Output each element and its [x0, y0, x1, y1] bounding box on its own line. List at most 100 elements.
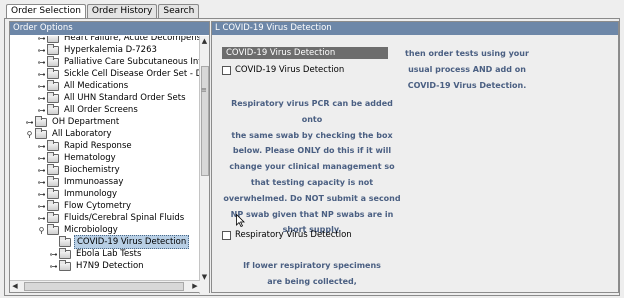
tree-item[interactable]: ⊶ Hyperkalemia D-7263	[36, 43, 159, 56]
scroll-left-arrow-icon[interactable]: ◀	[10, 281, 20, 292]
message-line: the same swab by checking the box	[231, 130, 393, 140]
tree-collapse-key-icon[interactable]: ⚲	[36, 226, 47, 235]
folder-icon	[47, 151, 59, 163]
tree-item[interactable]: ⚲ All Laboratory	[24, 127, 114, 140]
tab-order-history[interactable]: Order History	[86, 4, 158, 19]
scroll-grip-icon: ≡	[201, 86, 207, 94]
folder-icon	[47, 43, 59, 55]
covid-checkbox-label: COVID-19 Virus Detection	[235, 65, 345, 75]
tree-item[interactable]: ⊶ Immunology	[36, 187, 119, 200]
tree-expand-key-icon[interactable]: ⊶	[48, 250, 59, 259]
folder-icon	[47, 223, 59, 235]
scroll-thumb[interactable]	[201, 66, 209, 176]
tree-item[interactable]: ⊶ Hematology	[36, 151, 118, 164]
tree-expand-key-icon[interactable]: ⊶	[36, 70, 47, 79]
tree-item[interactable]: ⊶ OH Department	[24, 115, 121, 128]
tree-horizontal-scrollbar[interactable]: ◀ ▶	[10, 280, 200, 292]
tree-expand-key-icon[interactable]: ⊶	[36, 202, 47, 211]
order-process-message: then order tests using your usual proces…	[402, 46, 532, 93]
tree-item[interactable]: ⊶ H7N9 Detection	[48, 259, 146, 272]
tree-item-label: Flow Cytometry	[64, 201, 131, 211]
tree-item[interactable]: COVID-19 Virus Detection	[48, 235, 190, 249]
folder-icon	[47, 175, 59, 187]
folder-icon	[35, 127, 47, 139]
respiratory-pcr-message: Respiratory virus PCR can be added onto …	[222, 96, 402, 238]
folder-icon	[47, 36, 59, 43]
tree-item-label: Immunology	[64, 189, 118, 199]
folder-icon	[47, 199, 59, 211]
tree-expand-key-icon[interactable]: ⊶	[36, 94, 47, 103]
covid-checkbox[interactable]	[222, 65, 231, 75]
tree-item-label: All Laboratory	[52, 129, 112, 139]
folder-icon	[59, 235, 71, 247]
tree-item-label: Biochemistry	[64, 165, 120, 175]
tree-item[interactable]: ⊶ All UHN Standard Order Sets	[36, 91, 188, 104]
message-line: below. Please ONLY do this if it will	[232, 146, 392, 156]
selected-order-option[interactable]: COVID-19 Virus Detection	[222, 47, 388, 59]
message-line: then order tests using your	[405, 49, 529, 58]
tree-item[interactable]: ⊶ Heart Failure, Acute Decompensated -	[36, 36, 200, 44]
folder-icon	[47, 67, 59, 79]
lower-respiratory-message: If lower respiratory specimens are being…	[222, 258, 402, 290]
tree-item[interactable]: ⊶ Biochemistry	[36, 163, 122, 176]
tree-expand-key-icon[interactable]: ⊶	[36, 46, 47, 55]
tree-expand-key-icon[interactable]: ⊶	[36, 190, 47, 199]
scroll-up-arrow-icon[interactable]: ▲	[200, 36, 209, 46]
folder-icon	[47, 103, 59, 115]
tree-item-label: COVID-19 Virus Detection	[74, 235, 190, 249]
tree-expand-key-icon[interactable]: ⊶	[48, 262, 59, 271]
message-line: Respiratory virus PCR can be added onto	[231, 99, 393, 124]
tab-search[interactable]: Search	[158, 4, 200, 19]
tree-item[interactable]: ⊶ Ebola Lab Tests	[48, 247, 143, 260]
respiratory-checkbox-label: Respiratory Virus Detection	[235, 230, 352, 240]
tree-collapse-key-icon[interactable]: ⚲	[24, 130, 35, 139]
folder-icon	[47, 211, 59, 223]
covid-checkbox-row[interactable]: COVID-19 Virus Detection	[222, 65, 344, 75]
tree-vertical-scrollbar[interactable]: ▲ ≡ ▼	[199, 36, 209, 294]
tree-expand-key-icon[interactable]: ⊶	[36, 58, 47, 67]
tree-expand-key-icon[interactable]: ⊶	[36, 166, 47, 175]
tree-expand-key-icon[interactable]: ⊶	[36, 36, 47, 43]
folder-icon	[47, 79, 59, 91]
tree-expand-key-icon[interactable]: ⊶	[36, 214, 47, 223]
tree-item-label: H7N9 Detection	[76, 261, 144, 271]
tree-expand-key-icon[interactable]: ⊶	[36, 106, 47, 115]
respiratory-virus-checkbox[interactable]	[222, 230, 231, 240]
tree-item-label: Palliative Care Subcutaneous Intermitt	[64, 57, 200, 67]
tree-item-label: Sickle Cell Disease Order Set - D-700	[64, 69, 200, 79]
tree-item[interactable]: ⊶ Sickle Cell Disease Order Set - D-700	[36, 67, 200, 80]
tree-item[interactable]: ⊶ Immunoassay	[36, 175, 125, 188]
tree-item-label: Rapid Response	[64, 141, 132, 151]
scroll-right-arrow-icon[interactable]: ▶	[190, 281, 200, 292]
order-options-title: Order Options	[10, 22, 209, 35]
tree-item-label: Fluids/Cerebral Spinal Fluids	[64, 213, 185, 223]
order-options-tree: ⊶ Heart Failure, Acute Decompensated - ⊶ Hy…	[10, 36, 200, 280]
tree-expand-key-icon[interactable]: ⊶	[36, 142, 47, 151]
tree-item[interactable]: ⊶ Palliative Care Subcutaneous Intermitt	[36, 55, 200, 68]
tree-item[interactable]: ⊶ Flow Cytometry	[36, 199, 133, 212]
horizontal-scroll-thumb[interactable]	[24, 282, 184, 291]
tree-expand-key-icon[interactable]: ⊶	[36, 82, 47, 91]
tree-item[interactable]: ⊶ All Medications	[36, 79, 130, 92]
scroll-down-arrow-icon[interactable]: ▼	[200, 272, 209, 282]
tree-item[interactable]: ⊶ Rapid Response	[36, 139, 134, 152]
folder-icon	[35, 115, 47, 127]
message-line: COVID-19 Virus Detection.	[407, 80, 527, 90]
respiratory-checkbox-row[interactable]: Respiratory Virus Detection	[222, 230, 352, 240]
tree-item-label: Hematology	[64, 153, 116, 163]
message-line: that testing capacity is not	[250, 177, 374, 187]
tree-expand-key-icon[interactable]: ⊶	[36, 178, 47, 187]
tree-expand-key-icon[interactable]: ⊶	[24, 118, 35, 127]
message-line: change your clinical management so	[229, 162, 395, 172]
tree-item-label: Hyperkalemia D-7263	[64, 45, 157, 55]
tree-item[interactable]: ⊶ Fluids/Cerebral Spinal Fluids	[36, 211, 186, 224]
folder-icon	[47, 91, 59, 103]
folder-icon	[47, 55, 59, 67]
folder-icon	[59, 247, 71, 259]
tree-item-label: All Medications	[64, 81, 129, 91]
tree-expand-key-icon[interactable]: ⊶	[36, 154, 47, 163]
tree-item-label: Ebola Lab Tests	[76, 249, 142, 259]
tree-item[interactable]: ⊶ All Order Screens	[36, 103, 140, 116]
folder-icon	[47, 139, 59, 151]
